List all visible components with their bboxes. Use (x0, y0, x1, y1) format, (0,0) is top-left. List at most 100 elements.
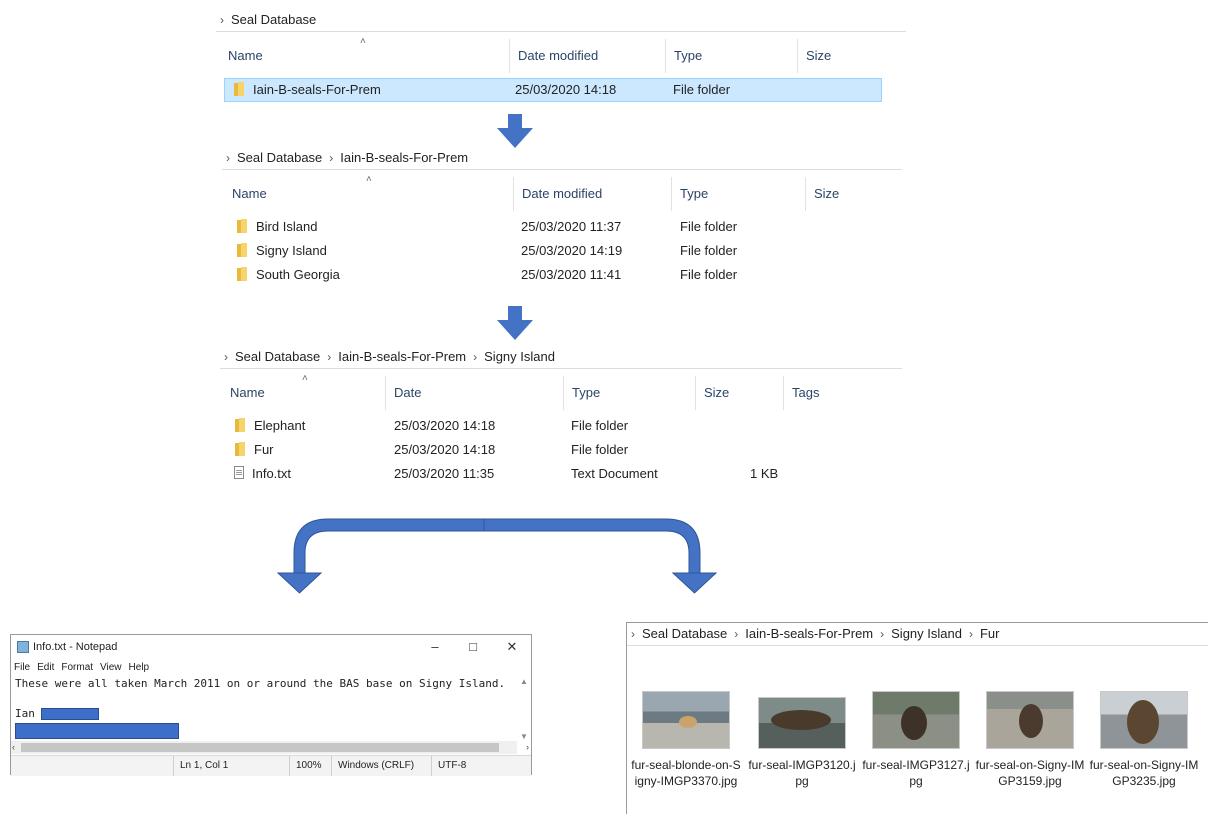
file-name: South Georgia (256, 267, 340, 282)
file-type: File folder (680, 243, 738, 258)
file-type: File folder (571, 418, 629, 433)
image-file-item[interactable]: fur-seal-on-Signy-IMGP3159.jpg (975, 691, 1085, 789)
menu-bar: File Edit Format View Help (14, 660, 156, 676)
column-name[interactable]: ˄ Name (220, 36, 510, 73)
file-row[interactable]: Bird Island 25/03/2020 11:37 File folder (236, 216, 886, 238)
image-file-item[interactable]: fur-seal-IMGP3127.jpg (861, 691, 971, 789)
image-thumbnail (872, 691, 960, 749)
folder-icon (234, 417, 246, 432)
down-arrow-icon (497, 306, 533, 340)
image-thumbnail (758, 697, 846, 749)
minimize-button[interactable]: – (415, 635, 455, 659)
file-name: Iain-B-seals-For-Prem (253, 82, 381, 97)
breadcrumb-iain-b-seals[interactable]: Iain-B-seals-For-Prem (338, 346, 466, 368)
maximize-button[interactable]: □ (453, 635, 493, 659)
menu-help[interactable]: Help (129, 662, 150, 673)
scroll-up-icon[interactable]: ▲ (520, 677, 528, 686)
column-tags[interactable]: Tags (784, 376, 884, 410)
menu-edit[interactable]: Edit (37, 662, 54, 673)
file-date: 25/03/2020 14:18 (394, 442, 496, 457)
text-editor[interactable]: These were all taken March 2011 on or ar… (13, 677, 517, 741)
column-type[interactable]: Type (666, 39, 798, 73)
split-arrow-icon (276, 518, 718, 594)
file-date: 25/03/2020 11:41 (521, 267, 622, 282)
column-name[interactable]: ˄ Name (224, 174, 514, 211)
sort-ascending-icon: ˄ (366, 174, 372, 185)
file-name: Signy Island (256, 243, 327, 258)
column-name[interactable]: ˄ Name (222, 373, 386, 410)
seal-shape (901, 706, 927, 740)
chevron-right-icon[interactable]: › (226, 147, 230, 169)
scroll-right-icon[interactable]: › (526, 741, 529, 754)
file-date: 25/03/2020 11:37 (521, 219, 622, 234)
file-name: Bird Island (256, 219, 318, 234)
column-type[interactable]: Type (672, 177, 806, 211)
breadcrumb-seal-database[interactable]: Seal Database (235, 346, 320, 368)
chevron-right-icon[interactable]: › (327, 346, 331, 368)
horizontal-scrollbar[interactable]: ‹ › (11, 741, 529, 754)
column-size[interactable]: Size (696, 376, 784, 410)
file-row[interactable]: Signy Island 25/03/2020 14:19 File folde… (236, 240, 886, 262)
seal-shape (1127, 700, 1159, 744)
column-date-modified[interactable]: Date modified (514, 177, 672, 211)
chevron-right-icon[interactable]: › (969, 623, 973, 645)
text-line: Ian (15, 707, 35, 720)
image-thumbnail (642, 691, 730, 749)
column-size[interactable]: Size (806, 177, 894, 211)
explorer-signy-island: › Seal Database › Iain-B-seals-For-Prem … (220, 346, 902, 486)
chevron-right-icon[interactable]: › (329, 147, 333, 169)
breadcrumb-seal-database[interactable]: Seal Database (237, 147, 322, 169)
file-type: File folder (680, 219, 738, 234)
file-row[interactable]: Info.txt 25/03/2020 11:35 Text Document … (234, 463, 884, 485)
column-date[interactable]: Date (386, 376, 564, 410)
seal-shape (1019, 704, 1043, 738)
menu-format[interactable]: Format (61, 662, 93, 673)
title-bar[interactable]: Info.txt - Notepad – □ ✕ (11, 635, 531, 659)
breadcrumb-seal-database[interactable]: Seal Database (231, 9, 316, 31)
breadcrumb-signy-island[interactable]: Signy Island (891, 623, 962, 645)
breadcrumb-iain-b-seals[interactable]: Iain-B-seals-For-Prem (340, 147, 468, 169)
explorer-seal-database: › Seal Database ˄ Name Date modified Typ… (216, 9, 906, 109)
seal-shape (679, 716, 697, 728)
scroll-down-icon[interactable]: ▼ (520, 732, 528, 741)
chevron-right-icon[interactable]: › (220, 9, 224, 31)
scrollbar-thumb[interactable] (21, 743, 499, 752)
breadcrumb-signy-island[interactable]: Signy Island (484, 346, 555, 368)
image-file-item[interactable]: fur-seal-blonde-on-Signy-IMGP3370.jpg (631, 691, 741, 789)
text-line: These were all taken March 2011 on or ar… (15, 677, 506, 690)
column-header: ˄ Name Date modified Type Size (216, 36, 886, 73)
column-size[interactable]: Size (798, 39, 886, 73)
chevron-right-icon[interactable]: › (224, 346, 228, 368)
file-row[interactable]: Iain-B-seals-For-Prem 25/03/2020 14:18 F… (224, 78, 882, 102)
file-type: Text Document (571, 466, 658, 481)
chevron-right-icon[interactable]: › (473, 346, 477, 368)
breadcrumb-fur[interactable]: Fur (980, 623, 1000, 645)
breadcrumb-iain-b-seals[interactable]: Iain-B-seals-For-Prem (745, 623, 873, 645)
scroll-left-icon[interactable]: ‹ (12, 741, 15, 754)
menu-file[interactable]: File (14, 662, 30, 673)
image-file-item[interactable]: fur-seal-IMGP3120.jpg (747, 691, 857, 789)
file-row[interactable]: South Georgia 25/03/2020 11:41 File fold… (236, 264, 886, 286)
chevron-right-icon[interactable]: › (631, 623, 635, 645)
chevron-right-icon[interactable]: › (734, 623, 738, 645)
folder-icon (236, 218, 248, 233)
menu-view[interactable]: View (100, 662, 122, 673)
vertical-scrollbar[interactable]: ▲ ▼ (517, 677, 531, 741)
close-button[interactable]: ✕ (492, 635, 532, 659)
chevron-right-icon[interactable]: › (880, 623, 884, 645)
file-name: fur-seal-on-Signy-IMGP3159.jpg (975, 758, 1085, 788)
column-header: ˄ Name Date modified Type Size (222, 174, 894, 211)
column-type[interactable]: Type (564, 376, 696, 410)
file-row[interactable]: Elephant 25/03/2020 14:18 File folder (234, 415, 884, 437)
breadcrumb: › Seal Database (216, 9, 906, 32)
image-file-item[interactable]: fur-seal-on-Signy-IMGP3235.jpg (1089, 691, 1199, 789)
notepad-icon (17, 641, 29, 653)
breadcrumb-seal-database[interactable]: Seal Database (642, 623, 727, 645)
text-file-icon (234, 466, 244, 480)
status-line-ending: Windows (CRLF) (331, 756, 428, 776)
file-date: 25/03/2020 14:18 (515, 82, 617, 97)
file-date: 25/03/2020 14:18 (394, 418, 496, 433)
file-row[interactable]: Fur 25/03/2020 14:18 File folder (234, 439, 884, 461)
column-date-modified[interactable]: Date modified (510, 39, 666, 73)
redaction-bar (41, 708, 99, 720)
